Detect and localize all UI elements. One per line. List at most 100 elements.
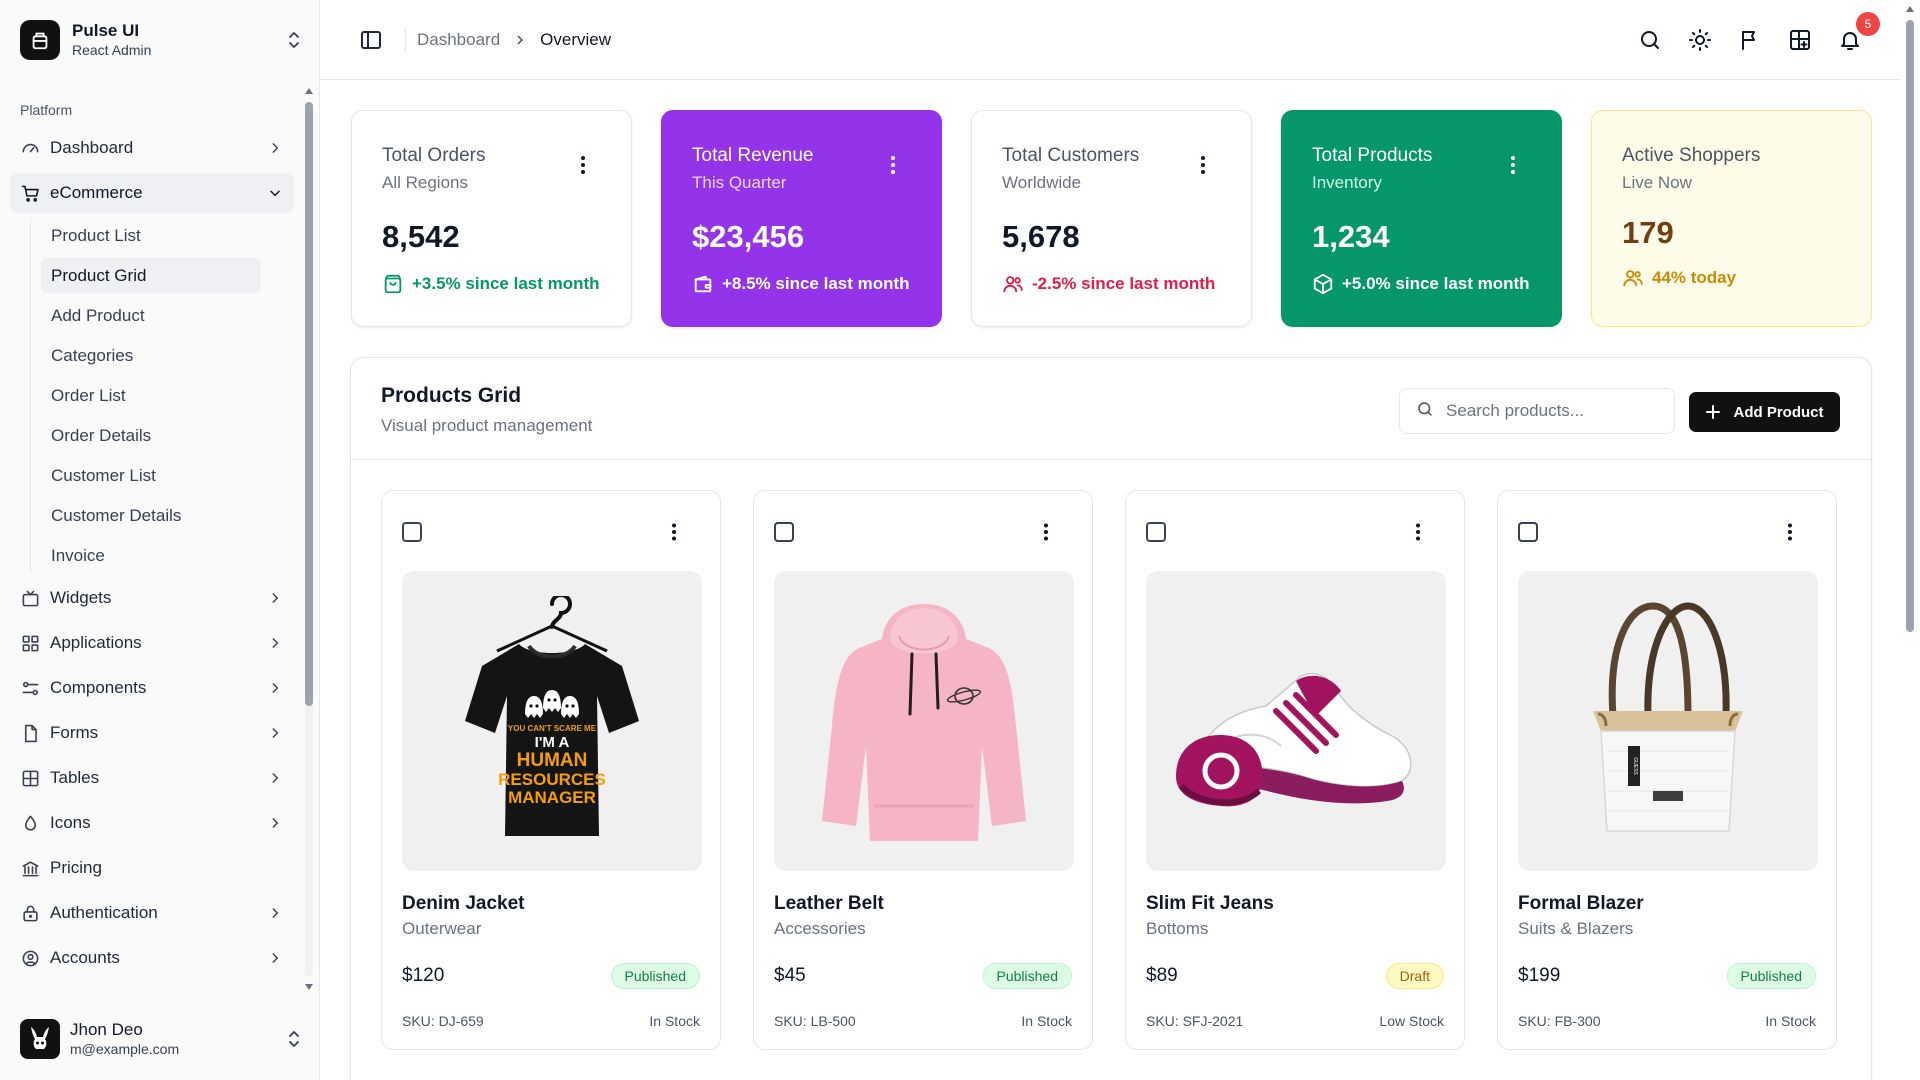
search-box[interactable] [1399,388,1675,434]
breadcrumb-dashboard[interactable]: Dashboard [417,30,500,50]
sidebar-subitem-order-details[interactable]: Order Details [41,418,261,453]
chevron-right-icon [266,769,284,787]
stat-title: Total Revenue [692,145,814,166]
product-stock: In Stock [1021,1013,1072,1029]
product-name[interactable]: Slim Fit Jeans [1146,893,1274,915]
sidebar-subitem-add-product[interactable]: Add Product [41,298,261,333]
page-scrollbar[interactable] [1900,0,1920,1080]
box-icon [1312,273,1334,295]
stat-title: Total Customers [1002,145,1140,166]
stat-value: $23,456 [692,219,805,254]
stat-trend: +8.5% since last month [692,273,910,295]
tshirt-print-line4: RESOURCES [498,770,606,789]
wallet-icon [692,273,714,295]
product-image-tshirt: YOU CAN'T SCARE ME I'M A HUMAN RESOURCES… [402,571,702,871]
panel-subtitle: Visual product management [381,416,593,435]
sidebar-subitem-customer-details[interactable]: Customer Details [41,498,261,533]
search-input[interactable] [1446,401,1666,421]
add-product-label: Add Product [1733,403,1824,421]
product-card[interactable]: Slim Fit Jeans Bottoms $89 Draft SKU: SF… [1125,490,1465,1050]
sidebar-scrollbar[interactable] [302,84,316,994]
chevrons-up-down-icon [284,1029,304,1049]
product-sku: SKU: SFJ-2021 [1146,1013,1244,1029]
more-vertical-icon[interactable] [1036,521,1056,543]
sidebar-item-authentication[interactable]: Authentication [10,893,294,933]
scroll-thumb[interactable] [305,102,313,706]
add-product-button[interactable]: Add Product [1689,392,1840,432]
notification-badge: 5 [1856,12,1880,36]
sidebar-subitem-product-list[interactable]: Product List [41,218,261,253]
product-card[interactable]: YOU CAN'T SCARE ME I'M A HUMAN RESOURCES… [381,490,721,1050]
stat-trend: -2.5% since last month [1002,273,1215,295]
team-switcher[interactable]: Pulse UI React Admin [20,20,304,60]
product-sku: SKU: LB-500 [774,1013,856,1029]
sidebar-item-applications[interactable]: Applications [10,623,294,663]
users-icon [1002,273,1024,295]
product-name[interactable]: Denim Jacket [402,893,525,915]
users-icon [1622,267,1644,289]
sidebar-item-components[interactable]: Components [10,668,294,708]
panel-title: Products Grid [381,384,522,407]
stat-trend: +5.0% since last month [1312,273,1530,295]
topbar-divider [405,28,406,52]
scroll-up-arrow-icon[interactable] [1905,4,1915,14]
scroll-thumb[interactable] [1906,20,1914,632]
product-checkbox[interactable] [774,522,794,542]
more-vertical-icon[interactable] [1193,153,1213,177]
product-checkbox[interactable] [402,522,422,542]
sidebar-item-label: Icons [50,813,91,832]
sidebar-item-ecommerce[interactable]: eCommerce [10,173,294,213]
sidebar-subitem-invoice[interactable]: Invoice [41,538,261,573]
search-icon[interactable] [1636,26,1664,54]
sidebar-item-accounts[interactable]: Accounts [10,938,294,978]
tshirt-print-line3: HUMAN [517,750,588,771]
brand-subtitle: React Admin [72,42,152,58]
sidebar-item-label: Accounts [50,948,120,967]
more-vertical-icon[interactable] [1780,521,1800,543]
product-name[interactable]: Formal Blazer [1518,893,1644,915]
table-icon [20,768,40,788]
sidebar-toggle-icon[interactable] [359,28,383,52]
bell-icon[interactable]: 5 [1836,12,1880,54]
sidebar-item-icons[interactable]: Icons [10,803,294,843]
sidebar-item-dashboard[interactable]: Dashboard [10,128,294,168]
scroll-up-arrow-icon[interactable] [304,86,314,96]
sidebar-subitem-categories[interactable]: Categories [41,338,261,373]
more-vertical-icon[interactable] [883,153,903,177]
layout-grid-add-icon[interactable] [1786,26,1814,54]
chevron-right-icon [266,949,284,967]
stat-value: 8,542 [382,219,460,254]
stat-value: 5,678 [1002,219,1080,254]
sidebar-item-pricing[interactable]: Pricing [10,848,294,888]
sidebar-subitem-customer-list[interactable]: Customer List [41,458,261,493]
product-checkbox[interactable] [1146,522,1166,542]
sidebar-subitem-product-grid[interactable]: Product Grid [41,258,261,293]
plus-icon [1705,405,1720,419]
product-image-sneakers [1146,571,1446,871]
more-vertical-icon[interactable] [664,521,684,543]
more-vertical-icon[interactable] [1503,153,1523,177]
flag-icon[interactable] [1736,26,1764,54]
stat-title: Total Orders [382,145,486,166]
scroll-down-arrow-icon[interactable] [304,982,314,992]
user-menu[interactable]: Jhon Deo m@example.com [20,1018,304,1060]
sidebar-item-widgets[interactable]: Widgets [10,578,294,618]
ecommerce-submenu: Product List Product Grid Add Product Ca… [30,218,304,573]
sidebar-item-tables[interactable]: Tables [10,758,294,798]
stat-subtitle: Worldwide [1002,173,1082,192]
stat-card-total-orders: Total Orders All Regions 8,542 +3.5% sin… [351,110,632,327]
sidebar-subitem-order-list[interactable]: Order List [41,378,261,413]
topbar: Dashboard Overview 5 [321,0,1901,80]
product-category: Accessories [774,919,866,938]
product-card[interactable]: GUESS Formal Blazer Suits & Blazers $199… [1497,490,1837,1050]
more-vertical-icon[interactable] [573,153,593,177]
sidebar-item-forms[interactable]: Forms [10,713,294,753]
droplet-icon [20,813,40,833]
product-card[interactable]: Leather Belt Accessories $45 Published S… [753,490,1093,1050]
product-checkbox[interactable] [1518,522,1538,542]
sun-icon[interactable] [1686,26,1714,54]
more-vertical-icon[interactable] [1408,521,1428,543]
product-name[interactable]: Leather Belt [774,893,884,915]
product-price: $199 [1518,965,1561,986]
stat-card-active-shoppers: Active Shoppers Live Now 179 44% today [1591,110,1872,327]
